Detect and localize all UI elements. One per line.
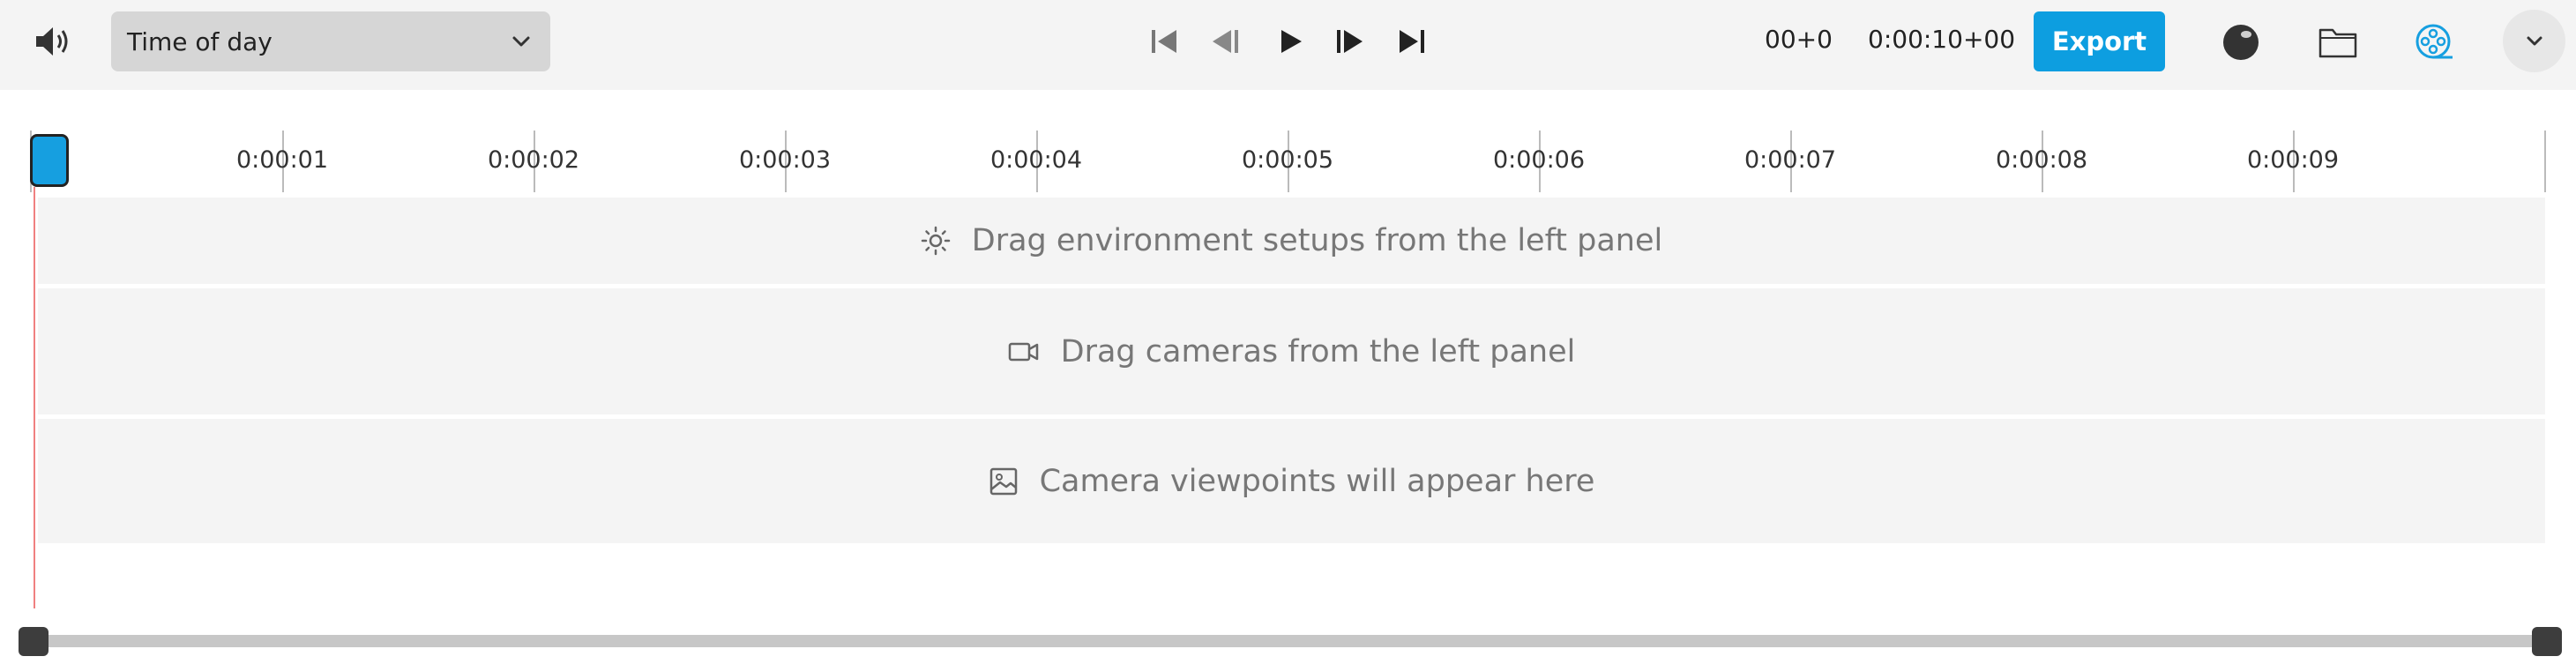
- more-menu-button[interactable]: [2503, 10, 2565, 72]
- render-button[interactable]: [2216, 18, 2266, 67]
- speaker-icon[interactable]: [26, 19, 81, 63]
- ruler-label: 0:00:05: [1241, 146, 1334, 174]
- timeline-toolbar: Time of day 00+0 0:00:10+00 Export: [0, 0, 2576, 90]
- environment-track[interactable]: Drag environment setups from the left pa…: [38, 198, 2545, 284]
- environment-track-hint: Drag environment setups from the left pa…: [971, 223, 1663, 258]
- skip-to-start-icon: [1152, 30, 1176, 53]
- camera-track-hint: Drag cameras from the left panel: [1060, 333, 1576, 369]
- playhead-line: [34, 187, 35, 608]
- step-back-button[interactable]: [1208, 24, 1243, 59]
- camera-track[interactable]: Drag cameras from the left panel: [38, 288, 2545, 414]
- chevron-down-icon: [512, 36, 530, 47]
- step-forward-button[interactable]: [1332, 24, 1367, 59]
- ruler-label: 0:00:09: [2246, 146, 2340, 174]
- skip-to-end-icon: [1400, 30, 1424, 53]
- film-reel-icon: [2415, 24, 2453, 59]
- film-button[interactable]: [2410, 18, 2460, 67]
- ruler-tick: [2544, 131, 2546, 192]
- current-time: 00+0: [1765, 25, 1833, 54]
- ruler-label: 0:00:03: [738, 146, 832, 174]
- ruler-label: 0:00:06: [1492, 146, 1586, 174]
- ruler-label: 0:00:02: [487, 146, 580, 174]
- step-back-icon: [1213, 30, 1238, 53]
- step-forward-icon: [1337, 30, 1363, 53]
- duration: 0:00:10+00: [1868, 25, 2016, 54]
- range-scrollbar[interactable]: [32, 635, 2547, 647]
- play-button[interactable]: [1273, 24, 1309, 59]
- ruler-label: 0:00:07: [1743, 146, 1837, 174]
- ruler-label: 0:00:04: [989, 146, 1083, 174]
- chevron-down-icon: [2527, 36, 2542, 45]
- viewpoint-track[interactable]: Camera viewpoints will appear here: [38, 419, 2545, 543]
- playhead-handle[interactable]: [30, 134, 69, 187]
- mode-select[interactable]: Time of day: [111, 11, 550, 71]
- sun-icon: [921, 226, 951, 256]
- ruler-label: 0:00:08: [1995, 146, 2088, 174]
- play-icon: [1281, 30, 1302, 53]
- mode-select-value: Time of day: [127, 26, 273, 56]
- ruler-label: 0:00:01: [235, 146, 329, 174]
- viewpoint-track-hint: Camera viewpoints will appear here: [1039, 463, 1595, 499]
- range-end-handle[interactable]: [2532, 627, 2562, 656]
- image-icon: [989, 467, 1017, 495]
- export-button[interactable]: Export: [2034, 11, 2165, 71]
- range-start-handle[interactable]: [19, 627, 49, 656]
- skip-to-start-button[interactable]: [1146, 24, 1182, 59]
- skip-to-end-button[interactable]: [1394, 24, 1430, 59]
- sphere-icon: [2223, 25, 2259, 60]
- open-folder-button[interactable]: [2313, 18, 2363, 67]
- folder-icon: [2318, 28, 2357, 58]
- video-camera-icon: [1008, 342, 1038, 361]
